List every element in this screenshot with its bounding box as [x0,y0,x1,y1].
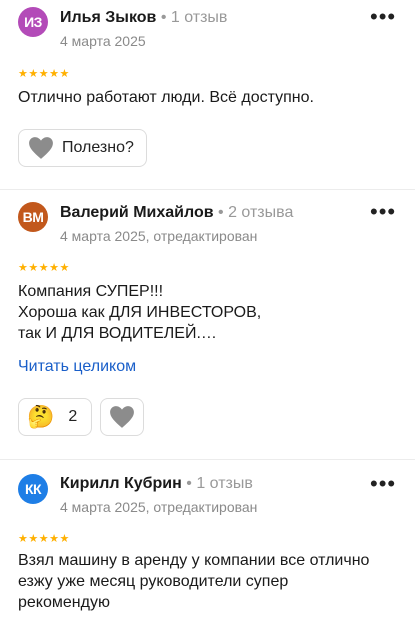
review-count: 1 отзыв [170,9,228,26]
review-date: 4 марта 2025 [60,33,146,49]
heart-icon [110,406,134,428]
review-text: Компания СУПЕР!!! Хороша как ДЛЯ ИНВЕСТО… [18,281,403,344]
avatar[interactable]: ИЗ [18,7,48,37]
rating-stars: ★★★★★ [18,68,70,80]
rating-stars: ★★★★★ [18,262,70,274]
review-text-line: езжу уже месяц руководители супер [18,573,289,590]
more-dots-icon[interactable]: ••• [370,473,396,495]
avatar[interactable]: ВМ [18,202,48,232]
review-count: 1 отзыв [196,475,253,492]
reaction-button[interactable]: 🤔 2 [18,398,92,436]
review-date: 4 марта 2025, отредактирован [60,228,258,244]
reaction-count: 2 [68,408,78,425]
helpful-label: Полезно? [62,139,134,156]
thinking-face-icon: 🤔 [27,404,55,429]
review-text-line: Хороша как ДЛЯ ИНВЕСТОРОВ, [18,304,262,321]
review-date: 4 марта 2025, отредактирован [60,499,258,515]
separator-dot: • [186,475,197,492]
heart-icon [29,137,53,159]
helpful-button[interactable]: Полезно? [18,129,147,167]
reviewer-name-text[interactable]: Илья Зыков [60,9,156,26]
more-dots-icon[interactable]: ••• [370,201,396,223]
review-text: Взял машину в аренду у компании все отли… [18,550,403,613]
reviewer-name[interactable]: Илья Зыков • 1 отзыв [60,9,227,27]
more-dots-icon[interactable]: ••• [370,6,396,28]
reviewer-name-text[interactable]: Валерий Михайлов [60,204,214,221]
review-text: Отлично работают люди. Всё доступно. [18,89,314,106]
reviewer-name[interactable]: Валерий Михайлов • 2 отзыва [60,204,293,222]
review-count: 2 отзыва [228,204,294,221]
read-more-link[interactable]: Читать целиком [18,358,136,376]
reviewer-name[interactable]: Кирилл Кубрин • 1 отзыв [60,475,253,493]
review-text-line: рекомендую [18,594,110,611]
like-button[interactable] [100,398,144,436]
reviewer-name-text[interactable]: Кирилл Кубрин [60,475,182,492]
separator-dot: • [218,204,229,221]
avatar[interactable]: КК [18,474,48,504]
separator-dot: • [160,9,171,26]
review-text-line: так И ДЛЯ ВОДИТЕЛЕЙ.… [18,325,217,342]
divider [0,459,415,460]
divider [0,189,415,190]
rating-stars: ★★★★★ [18,533,70,545]
review-text-line: Компания СУПЕР!!! [18,283,164,300]
review-text-line: Взял машину в аренду у компании все отли… [18,552,370,569]
